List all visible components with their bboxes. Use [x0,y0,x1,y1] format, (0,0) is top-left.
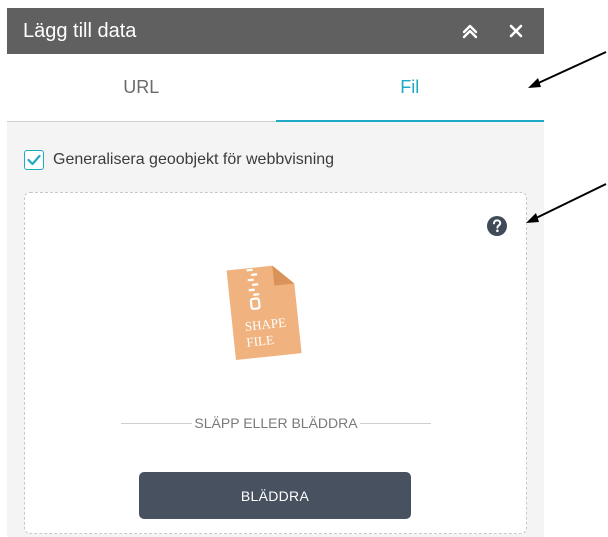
panel-content: Generalisera geoobjekt för webbvisning S… [7,122,544,534]
drop-divider: SLÄPP ELLER BLÄDDRA [121,413,431,433]
panel-header: Lägg till data [7,8,544,54]
checkmark-icon [27,154,41,166]
divider-line-right [359,422,431,424]
generalize-checkbox[interactable] [24,150,44,170]
tab-file[interactable]: Fil [275,54,544,122]
question-mark-icon [487,216,507,236]
panel-title: Lägg till data [23,19,137,42]
generalize-option[interactable]: Generalisera geoobjekt för webbvisning [24,146,527,174]
double-chevron-up-icon [462,24,478,39]
file-dropzone[interactable]: SHAPE FILE SLÄPP ELLER BLÄDDRA BLÄDDRA [24,192,527,534]
screenshot-canvas: Lägg till data URL Fil Generalisera geoo… [0,0,608,537]
generalize-label: Generalisera geoobjekt för webbvisning [53,151,335,168]
tab-url[interactable]: URL [7,54,276,122]
shapefile-zip-icon: SHAPE FILE [226,265,302,360]
tab-bar: URL Fil [7,54,544,122]
close-icon [509,24,523,38]
add-data-panel: Lägg till data URL Fil Generalisera geoo… [7,8,544,537]
drop-text: SLÄPP ELLER BLÄDDRA [194,415,358,431]
annotation-arrow-icon [526,183,607,223]
file-icon-line2: FILE [246,332,275,350]
browse-button[interactable]: BLÄDDRA [139,472,411,519]
help-button[interactable] [486,215,508,237]
divider-line-left [121,422,193,424]
annotation-arrow-icon [528,51,607,88]
collapse-button[interactable] [456,17,484,45]
